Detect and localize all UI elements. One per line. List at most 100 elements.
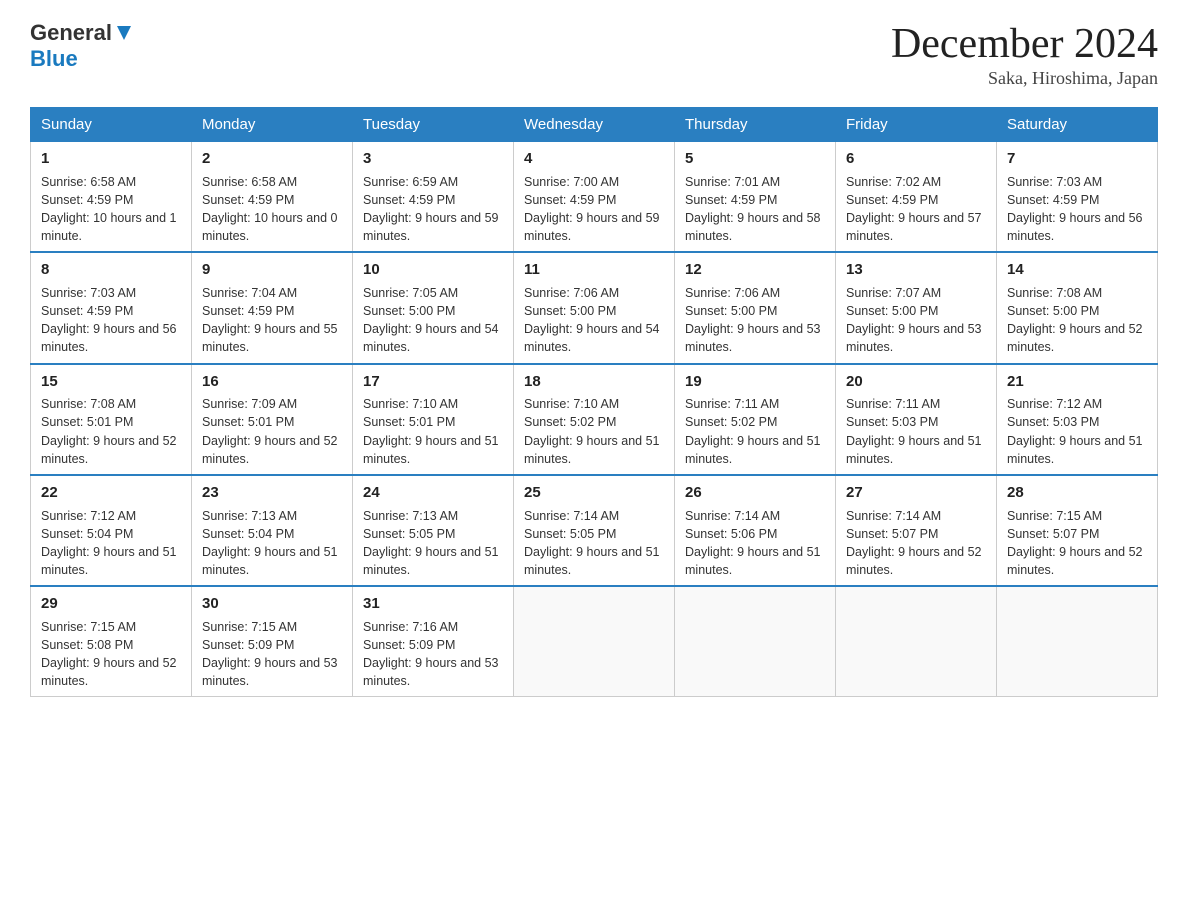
calendar-cell: 30 Sunrise: 7:15 AM Sunset: 5:09 PM Dayl… <box>192 586 353 697</box>
daylight-line: Daylight: 9 hours and 51 minutes. <box>685 545 821 577</box>
calendar-cell: 3 Sunrise: 6:59 AM Sunset: 4:59 PM Dayli… <box>353 142 514 253</box>
sunrise-line: Sunrise: 7:12 AM <box>41 509 136 523</box>
day-number: 14 <box>1007 259 1147 281</box>
calendar-cell: 29 Sunrise: 7:15 AM Sunset: 5:08 PM Dayl… <box>31 586 192 697</box>
calendar-cell: 16 Sunrise: 7:09 AM Sunset: 5:01 PM Dayl… <box>192 364 353 475</box>
calendar-cell: 14 Sunrise: 7:08 AM Sunset: 5:00 PM Dayl… <box>997 252 1158 363</box>
logo-blue-text: Blue <box>30 46 78 71</box>
sunset-line: Sunset: 5:09 PM <box>363 638 455 652</box>
sunrise-line: Sunrise: 7:12 AM <box>1007 397 1102 411</box>
logo: General Blue <box>30 20 135 72</box>
calendar-cell: 4 Sunrise: 7:00 AM Sunset: 4:59 PM Dayli… <box>514 142 675 253</box>
month-title: December 2024 <box>891 20 1158 68</box>
sunset-line: Sunset: 5:00 PM <box>846 304 938 318</box>
sunrise-line: Sunrise: 7:01 AM <box>685 175 780 189</box>
daylight-line: Daylight: 9 hours and 59 minutes. <box>363 211 499 243</box>
sunset-line: Sunset: 5:08 PM <box>41 638 133 652</box>
sunrise-line: Sunrise: 7:06 AM <box>685 286 780 300</box>
day-number: 19 <box>685 371 825 393</box>
daylight-line: Daylight: 9 hours and 55 minutes. <box>202 322 338 354</box>
sunrise-line: Sunrise: 7:08 AM <box>1007 286 1102 300</box>
calendar-cell: 31 Sunrise: 7:16 AM Sunset: 5:09 PM Dayl… <box>353 586 514 697</box>
sunset-line: Sunset: 4:59 PM <box>41 304 133 318</box>
calendar-cell: 19 Sunrise: 7:11 AM Sunset: 5:02 PM Dayl… <box>675 364 836 475</box>
day-number: 18 <box>524 371 664 393</box>
sunset-line: Sunset: 5:05 PM <box>524 527 616 541</box>
daylight-line: Daylight: 9 hours and 54 minutes. <box>363 322 499 354</box>
sunset-line: Sunset: 5:06 PM <box>685 527 777 541</box>
sunset-line: Sunset: 5:01 PM <box>202 415 294 429</box>
day-number: 3 <box>363 148 503 170</box>
sunset-line: Sunset: 4:59 PM <box>202 193 294 207</box>
logo-general-text: General <box>30 20 112 46</box>
sunset-line: Sunset: 5:03 PM <box>1007 415 1099 429</box>
daylight-line: Daylight: 9 hours and 54 minutes. <box>524 322 660 354</box>
sunset-line: Sunset: 5:04 PM <box>41 527 133 541</box>
calendar-cell: 28 Sunrise: 7:15 AM Sunset: 5:07 PM Dayl… <box>997 475 1158 586</box>
daylight-line: Daylight: 9 hours and 51 minutes. <box>363 434 499 466</box>
calendar-cell: 6 Sunrise: 7:02 AM Sunset: 4:59 PM Dayli… <box>836 142 997 253</box>
calendar-cell: 21 Sunrise: 7:12 AM Sunset: 5:03 PM Dayl… <box>997 364 1158 475</box>
day-header-friday: Friday <box>836 108 997 142</box>
daylight-line: Daylight: 9 hours and 53 minutes. <box>685 322 821 354</box>
sunset-line: Sunset: 5:04 PM <box>202 527 294 541</box>
day-header-monday: Monday <box>192 108 353 142</box>
sunrise-line: Sunrise: 7:08 AM <box>41 397 136 411</box>
calendar-cell: 23 Sunrise: 7:13 AM Sunset: 5:04 PM Dayl… <box>192 475 353 586</box>
sunset-line: Sunset: 5:00 PM <box>1007 304 1099 318</box>
daylight-line: Daylight: 9 hours and 59 minutes. <box>524 211 660 243</box>
daylight-line: Daylight: 9 hours and 53 minutes. <box>846 322 982 354</box>
day-number: 10 <box>363 259 503 281</box>
daylight-line: Daylight: 9 hours and 53 minutes. <box>363 656 499 688</box>
day-number: 30 <box>202 593 342 615</box>
sunrise-line: Sunrise: 7:05 AM <box>363 286 458 300</box>
calendar-table: SundayMondayTuesdayWednesdayThursdayFrid… <box>30 107 1158 697</box>
sunrise-line: Sunrise: 6:59 AM <box>363 175 458 189</box>
sunrise-line: Sunrise: 7:14 AM <box>685 509 780 523</box>
sunrise-line: Sunrise: 7:00 AM <box>524 175 619 189</box>
sunset-line: Sunset: 5:09 PM <box>202 638 294 652</box>
day-number: 26 <box>685 482 825 504</box>
calendar-cell: 24 Sunrise: 7:13 AM Sunset: 5:05 PM Dayl… <box>353 475 514 586</box>
day-number: 4 <box>524 148 664 170</box>
daylight-line: Daylight: 9 hours and 51 minutes. <box>202 545 338 577</box>
sunrise-line: Sunrise: 7:06 AM <box>524 286 619 300</box>
sunset-line: Sunset: 5:07 PM <box>846 527 938 541</box>
sunset-line: Sunset: 5:02 PM <box>524 415 616 429</box>
calendar-header-row: SundayMondayTuesdayWednesdayThursdayFrid… <box>31 108 1158 142</box>
sunrise-line: Sunrise: 7:14 AM <box>846 509 941 523</box>
day-header-sunday: Sunday <box>31 108 192 142</box>
calendar-cell: 8 Sunrise: 7:03 AM Sunset: 4:59 PM Dayli… <box>31 252 192 363</box>
daylight-line: Daylight: 10 hours and 0 minutes. <box>202 211 338 243</box>
sunrise-line: Sunrise: 7:03 AM <box>41 286 136 300</box>
daylight-line: Daylight: 9 hours and 51 minutes. <box>363 545 499 577</box>
sunset-line: Sunset: 5:01 PM <box>41 415 133 429</box>
location-subtitle: Saka, Hiroshima, Japan <box>891 68 1158 89</box>
sunrise-line: Sunrise: 7:15 AM <box>41 620 136 634</box>
day-number: 31 <box>363 593 503 615</box>
daylight-line: Daylight: 9 hours and 52 minutes. <box>41 434 177 466</box>
day-number: 5 <box>685 148 825 170</box>
day-number: 22 <box>41 482 181 504</box>
logo-triangle-icon <box>113 22 135 44</box>
sunset-line: Sunset: 4:59 PM <box>846 193 938 207</box>
sunset-line: Sunset: 4:59 PM <box>524 193 616 207</box>
sunset-line: Sunset: 5:00 PM <box>363 304 455 318</box>
daylight-line: Daylight: 9 hours and 52 minutes. <box>41 656 177 688</box>
calendar-cell: 15 Sunrise: 7:08 AM Sunset: 5:01 PM Dayl… <box>31 364 192 475</box>
sunset-line: Sunset: 5:02 PM <box>685 415 777 429</box>
calendar-cell <box>675 586 836 697</box>
day-header-tuesday: Tuesday <box>353 108 514 142</box>
calendar-cell: 11 Sunrise: 7:06 AM Sunset: 5:00 PM Dayl… <box>514 252 675 363</box>
day-number: 27 <box>846 482 986 504</box>
daylight-line: Daylight: 9 hours and 52 minutes. <box>846 545 982 577</box>
calendar-cell: 9 Sunrise: 7:04 AM Sunset: 4:59 PM Dayli… <box>192 252 353 363</box>
day-number: 2 <box>202 148 342 170</box>
day-number: 9 <box>202 259 342 281</box>
daylight-line: Daylight: 9 hours and 52 minutes. <box>1007 545 1143 577</box>
day-header-saturday: Saturday <box>997 108 1158 142</box>
calendar-week-row: 15 Sunrise: 7:08 AM Sunset: 5:01 PM Dayl… <box>31 364 1158 475</box>
sunset-line: Sunset: 4:59 PM <box>1007 193 1099 207</box>
day-number: 7 <box>1007 148 1147 170</box>
calendar-week-row: 29 Sunrise: 7:15 AM Sunset: 5:08 PM Dayl… <box>31 586 1158 697</box>
